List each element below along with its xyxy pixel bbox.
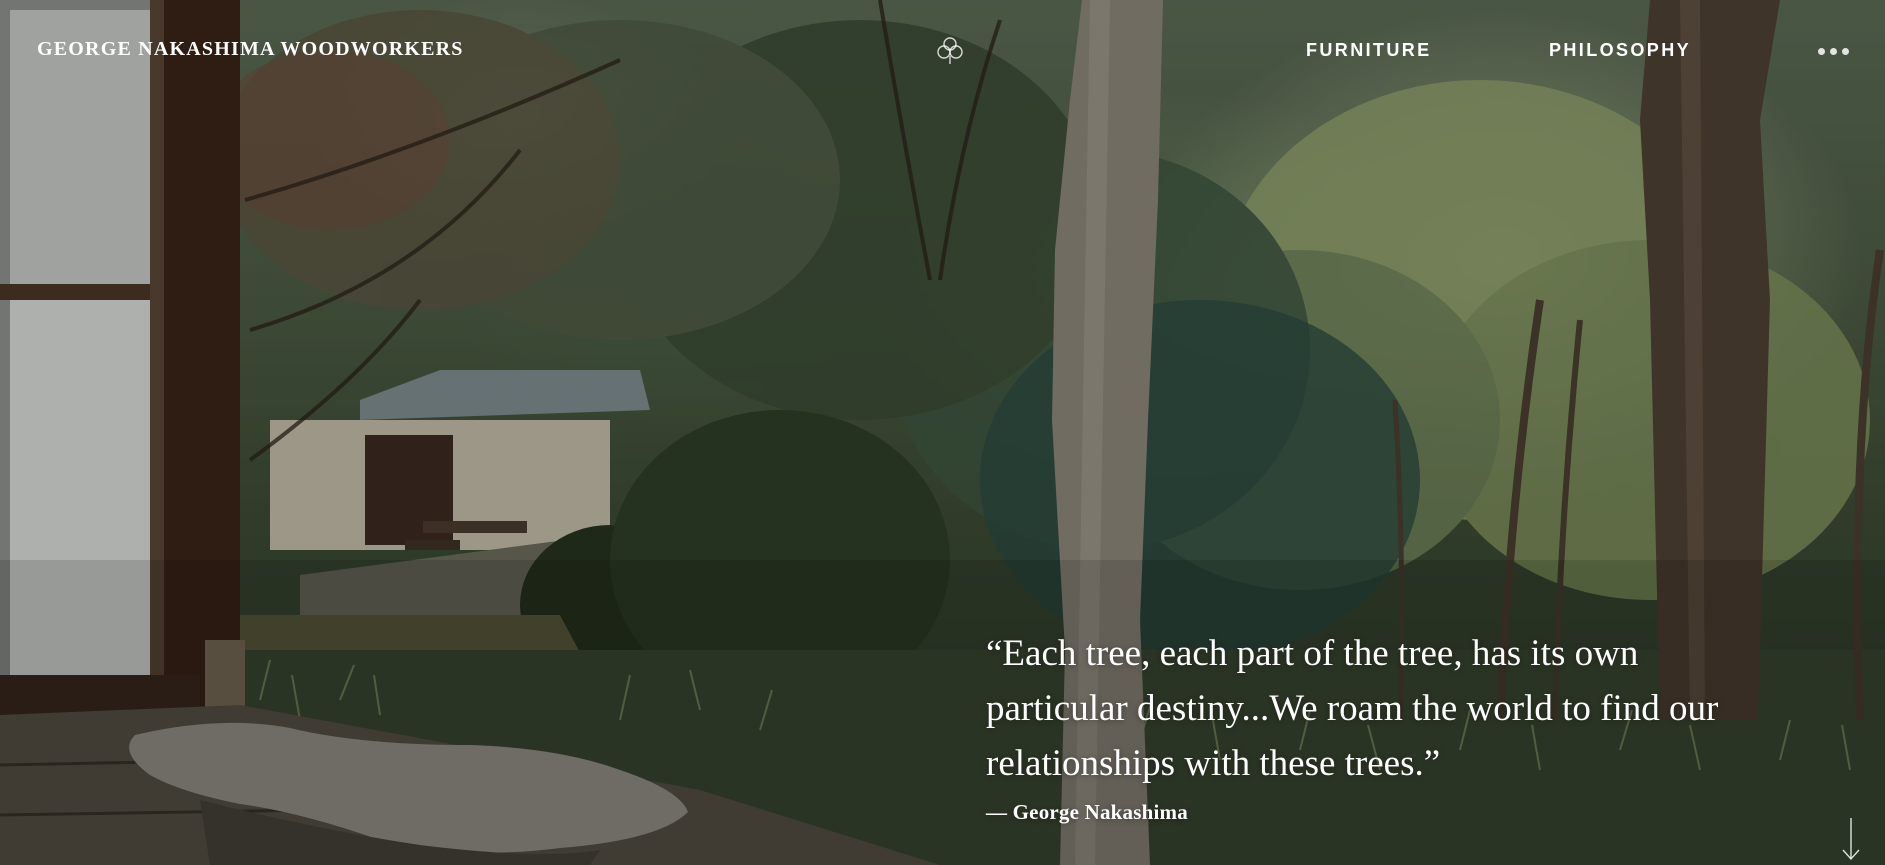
- dot: [1818, 47, 1825, 55]
- quote-text: “Each tree, each part of the tree, has i…: [986, 633, 1719, 784]
- leaf-cluster-emblem-icon[interactable]: [934, 34, 966, 66]
- nav-link-philosophy[interactable]: PHILOSOPHY: [1549, 40, 1691, 61]
- site-logo[interactable]: GEORGE NAKASHIMA WOODWORKERS: [37, 38, 464, 61]
- hero-section: GEORGE NAKASHIMA WOODWORKERS FURNITURE P…: [0, 0, 1885, 865]
- dot: [1842, 47, 1849, 55]
- arrow-down-icon[interactable]: [1838, 816, 1864, 862]
- more-dots-icon[interactable]: [1818, 46, 1856, 56]
- site-header: GEORGE NAKASHIMA WOODWORKERS FURNITURE P…: [0, 0, 1885, 100]
- dot: [1830, 47, 1837, 55]
- nav-link-furniture[interactable]: FURNITURE: [1306, 40, 1432, 61]
- hero-quote: “Each tree, each part of the tree, has i…: [986, 626, 1766, 825]
- quote-attribution: — George Nakashima: [986, 800, 1188, 824]
